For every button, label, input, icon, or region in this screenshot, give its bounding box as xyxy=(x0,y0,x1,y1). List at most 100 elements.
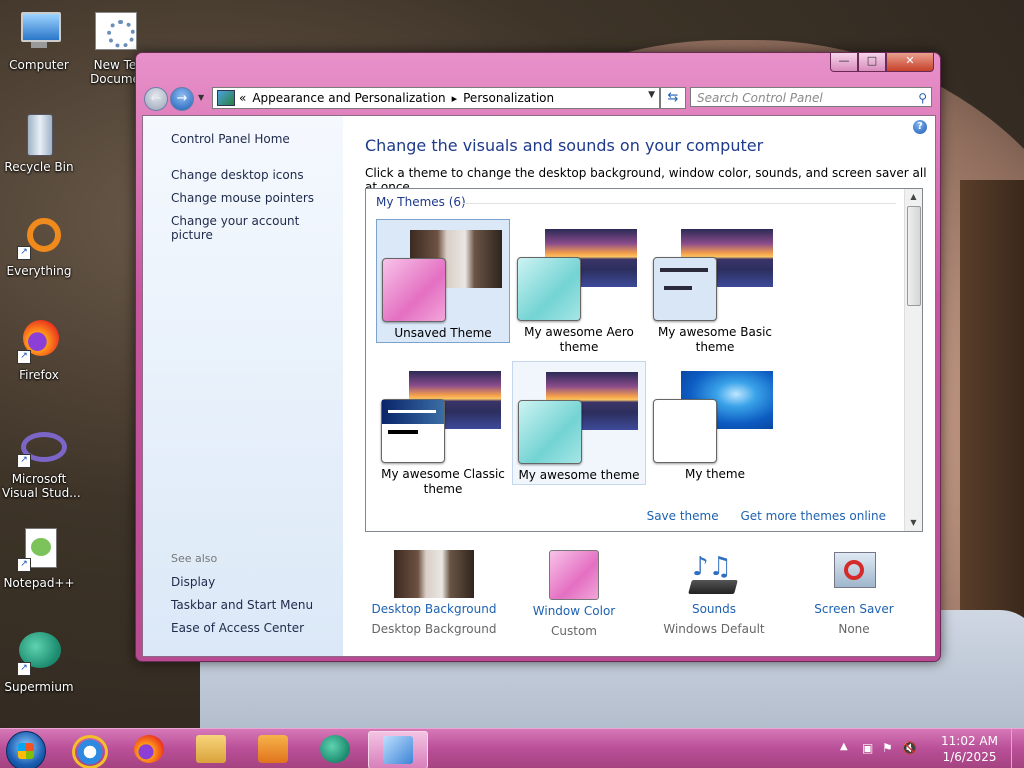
shortcut-arrow-icon: ↗ xyxy=(17,454,31,468)
taskbar-internet-explorer[interactable] xyxy=(58,731,116,768)
theme-color-swatch xyxy=(382,258,446,322)
desktop-icon-computer[interactable]: Computer xyxy=(2,10,76,72)
search-placeholder: Search Control Panel xyxy=(697,91,823,105)
refresh-button[interactable]: ⇆ xyxy=(660,87,686,109)
desktop-icon-label: Computer xyxy=(9,58,69,72)
scroll-up-icon[interactable]: ▲ xyxy=(905,189,922,205)
taskbar-media-player[interactable] xyxy=(244,731,302,767)
address-bar[interactable]: « Appearance and Personalization ▸ Perso… xyxy=(212,87,660,109)
theme-tile-basic[interactable]: My awesome Basic theme xyxy=(648,219,782,354)
personalization-window: — □ ✕ ← → ▼ « Appearance and Personaliza… xyxy=(135,52,941,662)
theme-tile-unsaved[interactable]: Unsaved Theme xyxy=(376,219,510,343)
breadcrumb-appearance[interactable]: Appearance and Personalization xyxy=(252,91,445,105)
desktop-icon-firefox[interactable]: ↗ Firefox xyxy=(2,320,76,382)
show-desktop-button[interactable] xyxy=(1011,729,1024,768)
link-change-mouse-pointers[interactable]: Change mouse pointers xyxy=(171,191,314,205)
theme-actions: Save theme Get more themes online xyxy=(629,509,886,523)
forward-button[interactable]: → xyxy=(170,87,194,111)
internet-explorer-icon xyxy=(72,735,108,768)
file-explorer-icon xyxy=(196,735,226,763)
address-dropdown-icon[interactable]: ▼ xyxy=(648,90,655,100)
sounds-link[interactable]: Sounds xyxy=(649,602,779,616)
desktop-icon-recycle-bin[interactable]: Recycle Bin xyxy=(2,112,76,174)
theme-tile-aero[interactable]: My awesome Aero theme xyxy=(512,219,646,354)
themes-scrollbar[interactable]: ▲ ▼ xyxy=(904,189,922,531)
link-ease-of-access[interactable]: Ease of Access Center xyxy=(171,621,304,635)
breadcrumb-overflow[interactable]: « xyxy=(239,91,246,105)
desktop-icon-label: Recycle Bin xyxy=(4,160,74,174)
save-theme-link[interactable]: Save theme xyxy=(647,509,719,523)
link-taskbar-start-menu[interactable]: Taskbar and Start Menu xyxy=(171,598,313,612)
desktop-icon-label: Firefox xyxy=(19,368,59,382)
close-button[interactable]: ✕ xyxy=(886,53,934,72)
window-client-area: Control Panel Home Change desktop icons … xyxy=(142,115,936,657)
screen-saver-setting[interactable]: Screen Saver None xyxy=(789,550,919,636)
desktop-icon-label: Microsoft Visual Stud... xyxy=(2,472,81,500)
help-icon[interactable]: ? xyxy=(913,120,927,134)
screen-saver-icon xyxy=(814,550,894,598)
scroll-down-icon[interactable]: ▼ xyxy=(905,515,922,531)
window-color-setting[interactable]: Window Color Custom xyxy=(509,550,639,638)
theme-tile-awesome[interactable]: My awesome theme xyxy=(512,361,646,485)
search-input[interactable]: Search Control Panel ⚲ xyxy=(690,87,932,107)
taskbar-control-panel[interactable] xyxy=(368,731,428,768)
theme-name: My theme xyxy=(684,467,746,481)
firefox-icon xyxy=(134,735,164,763)
recent-pages-dropdown[interactable]: ▼ xyxy=(198,93,206,102)
volume-muted-icon[interactable]: 🔇 xyxy=(902,741,917,755)
firefox-icon: ↗ xyxy=(17,320,61,364)
my-themes-group-label: My Themes (6) xyxy=(376,195,466,209)
clock-time: 11:02 AM xyxy=(941,734,998,748)
control-panel-icon xyxy=(383,736,413,764)
everything-search-icon: ↗ xyxy=(17,216,61,260)
desktop-background-link[interactable]: Desktop Background xyxy=(369,602,499,616)
control-panel-icon xyxy=(217,90,235,106)
maximize-button[interactable]: □ xyxy=(858,53,886,72)
search-icon[interactable]: ⚲ xyxy=(918,88,927,108)
desktop-icon-label: Notepad++ xyxy=(3,576,75,590)
breadcrumb-personalization[interactable]: Personalization xyxy=(463,91,554,105)
link-display[interactable]: Display xyxy=(171,575,215,589)
start-button[interactable] xyxy=(6,731,46,768)
link-change-desktop-icons[interactable]: Change desktop icons xyxy=(171,168,304,182)
theme-name: My awesome Aero theme xyxy=(524,325,634,354)
network-icon[interactable]: ▣ xyxy=(862,741,873,755)
desktop-icon-everything[interactable]: ↗ Everything xyxy=(2,216,76,278)
theme-name: My awesome Classic theme xyxy=(381,467,505,496)
theme-tile-classic[interactable]: My awesome Classic theme xyxy=(376,361,510,496)
get-more-themes-link[interactable]: Get more themes online xyxy=(740,509,886,523)
recycle-bin-icon xyxy=(17,112,61,156)
desktop-icon-visual-studio[interactable]: ↗ Microsoft Visual Stud... xyxy=(2,424,81,500)
shortcut-arrow-icon: ↗ xyxy=(17,558,31,572)
back-button[interactable]: ← xyxy=(144,87,168,111)
clock-date: 1/6/2025 xyxy=(942,750,997,764)
sounds-value: Windows Default xyxy=(663,622,765,636)
supermium-icon xyxy=(320,735,350,763)
show-hidden-icons-button[interactable]: ▲ xyxy=(840,741,848,752)
desktop-icon-supermium[interactable]: ↗ Supermium xyxy=(2,632,76,694)
theme-tile-my-theme[interactable]: My theme xyxy=(648,361,782,485)
desktop-background-setting[interactable]: Desktop Background Desktop Background xyxy=(369,550,499,636)
sounds-setting[interactable]: ♪♫ Sounds Windows Default xyxy=(649,550,779,636)
link-change-account-picture[interactable]: Change your account picture xyxy=(171,214,343,242)
taskbar: ▲ ▣ ⚑ 🔇 11:02 AM 1/6/2025 xyxy=(0,728,1024,768)
desktop-icon-notepad-plus-plus[interactable]: ↗ Notepad++ xyxy=(2,528,76,590)
screen-saver-value: None xyxy=(838,622,870,636)
taskbar-supermium[interactable] xyxy=(306,731,364,767)
shortcut-arrow-icon: ↗ xyxy=(17,350,31,364)
action-center-flag-icon[interactable]: ⚑ xyxy=(882,741,893,755)
text-document-icon xyxy=(93,10,137,54)
shortcut-arrow-icon: ↗ xyxy=(17,662,31,676)
system-clock[interactable]: 11:02 AM 1/6/2025 xyxy=(941,733,998,765)
minimize-button[interactable]: — xyxy=(830,53,858,72)
breadcrumb-separator[interactable]: ▸ xyxy=(452,92,458,105)
caption-buttons: — □ ✕ xyxy=(830,53,934,72)
taskbar-firefox[interactable] xyxy=(120,731,178,767)
link-control-panel-home[interactable]: Control Panel Home xyxy=(171,132,290,146)
scroll-thumb[interactable] xyxy=(907,206,921,306)
window-color-link[interactable]: Window Color xyxy=(509,604,639,618)
screen-saver-link[interactable]: Screen Saver xyxy=(789,602,919,616)
desktop-background-thumbnail xyxy=(394,550,474,598)
navigation-bar: ← → ▼ « Appearance and Personalization ▸… xyxy=(142,85,934,111)
taskbar-file-explorer[interactable] xyxy=(182,731,240,767)
